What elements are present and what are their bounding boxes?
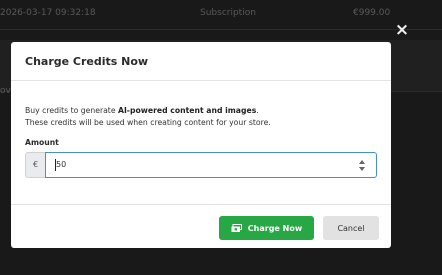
- amount-label: Amount: [25, 138, 59, 147]
- modal-title: Charge Credits Now: [25, 55, 149, 68]
- amount-input[interactable]: 50: [45, 152, 377, 178]
- modal-header: Charge Credits Now: [11, 42, 391, 81]
- currency-addon: €: [25, 152, 45, 178]
- spinner-up-icon[interactable]: [359, 160, 365, 164]
- modal-body: Buy credits to generate AI-powered conte…: [11, 81, 391, 178]
- row-edge-text: ov: [0, 86, 11, 96]
- amount-input-group: € 50: [25, 152, 377, 178]
- row-timestamp: 2026-03-17 09:32:18: [0, 8, 96, 18]
- description-highlight: AI-powered content and images: [118, 106, 257, 115]
- cancel-button[interactable]: Cancel: [323, 216, 379, 240]
- modal-description: Buy credits to generate AI-powered conte…: [25, 105, 377, 129]
- money-bill-icon: [231, 223, 242, 233]
- spinner-down-icon[interactable]: [359, 167, 365, 171]
- description-suffix: .: [256, 106, 259, 115]
- table-row: 2026-03-17 09:32:18 Subscription €999.00: [0, 0, 442, 30]
- charge-credits-modal: Charge Credits Now Buy credits to genera…: [11, 42, 391, 248]
- amount-value: 50: [56, 160, 67, 169]
- modal-footer: Charge Now Cancel: [11, 204, 391, 248]
- charge-now-label: Charge Now: [247, 223, 303, 233]
- amount-spinner[interactable]: [358, 159, 366, 173]
- charge-now-button[interactable]: Charge Now: [219, 216, 314, 240]
- cancel-label: Cancel: [337, 223, 365, 233]
- description-prefix: Buy credits to generate: [25, 106, 118, 115]
- description-line2: These credits will be used when creating…: [25, 118, 271, 127]
- close-icon[interactable]: ×: [394, 22, 410, 39]
- row-amount: €999.00: [353, 8, 391, 18]
- row-type: Subscription: [200, 8, 256, 18]
